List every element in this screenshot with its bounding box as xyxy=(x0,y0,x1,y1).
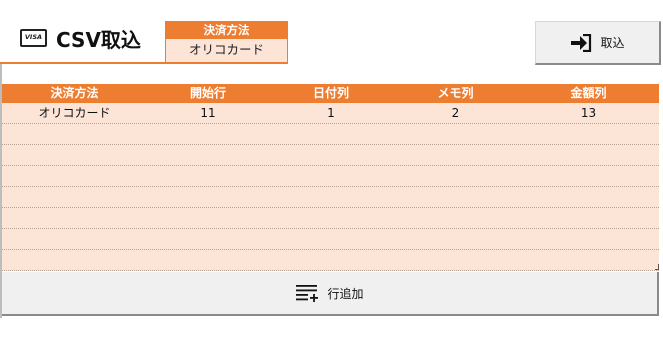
payment-method-select[interactable]: オリコカード xyxy=(166,39,287,62)
table-header: 決済方法 開始行 日付列 メモ列 金額列 xyxy=(2,84,659,103)
table-cell[interactable] xyxy=(147,208,269,228)
table-cell[interactable] xyxy=(2,124,147,144)
title-area: VISA CSV取込 xyxy=(0,18,165,63)
table-row xyxy=(2,145,659,166)
card-icon-text: VISA xyxy=(24,33,43,41)
table-cell[interactable] xyxy=(147,229,269,249)
table-row: オリコカード 11 1 2 13 xyxy=(2,103,659,124)
table-cell[interactable] xyxy=(393,145,518,165)
table-cell[interactable] xyxy=(518,208,659,228)
table-cell[interactable] xyxy=(2,250,147,270)
table-cell[interactable] xyxy=(2,145,147,165)
table-cell[interactable] xyxy=(518,166,659,186)
table-cell[interactable] xyxy=(147,145,269,165)
table-cell[interactable] xyxy=(269,124,393,144)
table-resize-handle[interactable] xyxy=(655,264,659,270)
table-cell[interactable] xyxy=(269,166,393,186)
table-cell[interactable] xyxy=(269,229,393,249)
table-cell[interactable] xyxy=(518,145,659,165)
table-cell[interactable] xyxy=(269,145,393,165)
col-header-memo-column: メモ列 xyxy=(437,86,474,100)
table-cell[interactable]: 11 xyxy=(147,103,269,123)
csv-settings-table: 決済方法 開始行 日付列 メモ列 金額列 オリコカード 11 1 2 13 xyxy=(2,84,659,271)
table-cell[interactable] xyxy=(518,124,659,144)
table-row xyxy=(2,124,659,145)
sign-in-icon xyxy=(571,33,592,52)
col-header-amount-column: 金額列 xyxy=(570,86,607,100)
table-cell[interactable]: 13 xyxy=(518,103,659,123)
table-cell[interactable] xyxy=(393,250,518,270)
import-button-label: 取込 xyxy=(600,36,625,50)
table-row xyxy=(2,166,659,187)
col-header-date-column: 日付列 xyxy=(312,86,349,100)
table-cell[interactable] xyxy=(518,187,659,207)
table-cell[interactable] xyxy=(2,166,147,186)
col-header-start-row: 開始行 xyxy=(189,86,226,100)
table-cell[interactable] xyxy=(147,124,269,144)
payment-method-label: 決済方法 xyxy=(166,22,287,39)
table-cell[interactable] xyxy=(393,166,518,186)
col-header-payment-method: 決済方法 xyxy=(50,86,99,100)
table-cell[interactable] xyxy=(147,166,269,186)
table-row xyxy=(2,229,659,250)
table-row xyxy=(2,208,659,229)
table-cell[interactable] xyxy=(147,187,269,207)
table-cell[interactable] xyxy=(2,187,147,207)
table-cell[interactable] xyxy=(147,250,269,270)
table-row xyxy=(2,187,659,208)
table-cell[interactable] xyxy=(269,187,393,207)
table-cell[interactable]: 2 xyxy=(393,103,518,123)
credit-card-icon: VISA xyxy=(20,29,47,47)
table-cell[interactable]: オリコカード xyxy=(2,103,147,123)
table-cell[interactable] xyxy=(393,124,518,144)
table-cell[interactable] xyxy=(518,250,659,270)
table-cell[interactable]: 1 xyxy=(269,103,393,123)
table-cell[interactable] xyxy=(393,229,518,249)
table-cell[interactable] xyxy=(393,187,518,207)
table-cell[interactable] xyxy=(2,229,147,249)
table-cell[interactable] xyxy=(393,208,518,228)
import-button[interactable]: 取込 xyxy=(535,21,661,65)
table-cell[interactable] xyxy=(269,208,393,228)
table-cell[interactable] xyxy=(2,208,147,228)
table-cell[interactable] xyxy=(269,250,393,270)
add-row-button[interactable]: 行追加 xyxy=(2,272,659,316)
payment-method-field: 決済方法 オリコカード xyxy=(165,21,288,63)
add-row-button-label: 行追加 xyxy=(327,286,364,301)
table-cell[interactable] xyxy=(518,229,659,249)
table-row xyxy=(2,250,659,271)
list-add-icon xyxy=(296,285,319,302)
page-title: CSV取込 xyxy=(56,28,141,52)
